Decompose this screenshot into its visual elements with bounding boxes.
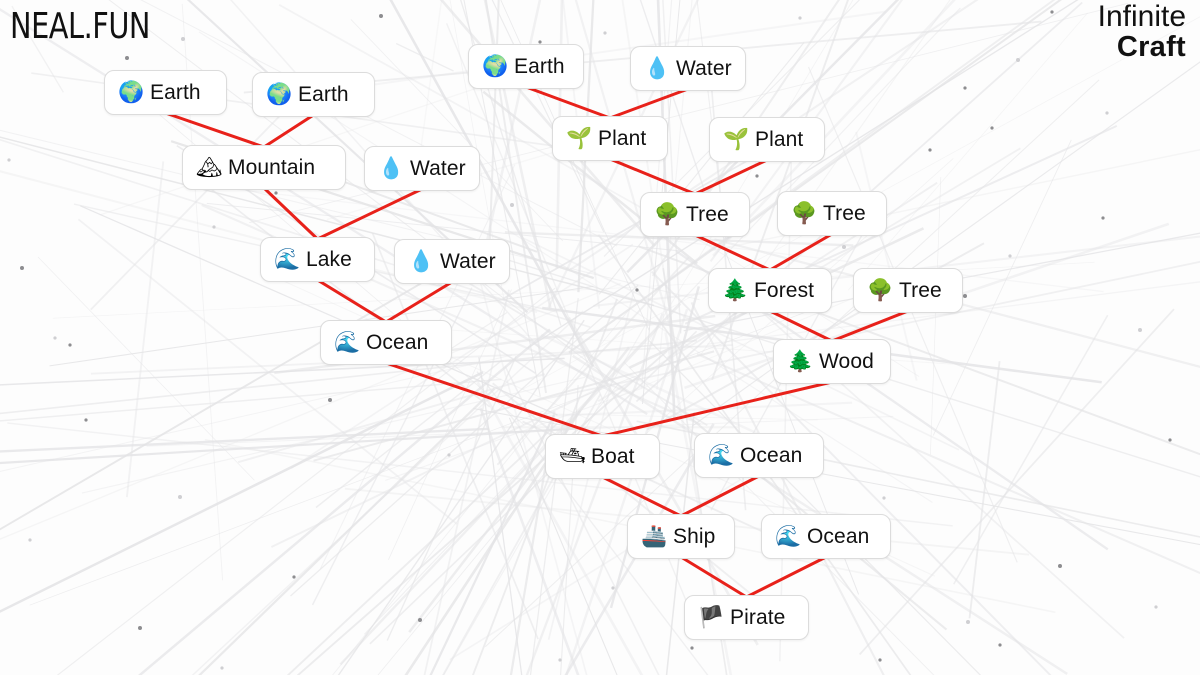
element-node-water[interactable]: 💧 Water xyxy=(364,146,480,191)
element-node-forest[interactable]: 🌲 Forest xyxy=(708,268,832,313)
element-node-earth[interactable]: 🌍 Earth xyxy=(252,72,375,117)
element-node-lake[interactable]: 🌊 Lake xyxy=(260,237,375,282)
element-node-earth[interactable]: 🌍 Earth xyxy=(468,44,584,89)
ocean-wave-icon: 🌊 xyxy=(334,330,361,354)
element-node-label: Tree xyxy=(899,278,942,302)
evergreen-tree-icon: 🌲 xyxy=(722,278,749,302)
element-node-boat[interactable]: 🛥 Boat xyxy=(545,434,660,479)
element-node-tree[interactable]: 🌳 Tree xyxy=(640,192,750,237)
element-node-label: Water xyxy=(440,249,496,273)
deciduous-tree-icon: 🌳 xyxy=(867,278,894,302)
element-node-label: Boat xyxy=(591,444,635,468)
element-node-label: Tree xyxy=(686,202,729,226)
element-node-label: Pirate xyxy=(730,605,786,629)
infinite-craft-canvas[interactable]: NEAL.FUN Infinite Craft 🌍 Earth 🌍 Earth 🌍 Ear… xyxy=(0,0,1200,675)
pirate-flag-icon: 🏴 xyxy=(698,605,725,629)
element-node-label: Plant xyxy=(598,126,647,150)
element-node-label: Earth xyxy=(150,80,201,104)
element-node-label: Water xyxy=(676,56,732,80)
game-title-line-craft: Craft xyxy=(1116,30,1186,63)
element-node-ocean[interactable]: 🌊 Ocean xyxy=(694,433,824,478)
element-node-tree[interactable]: 🌳 Tree xyxy=(777,191,887,236)
element-node-label: Tree xyxy=(823,201,866,225)
deciduous-tree-icon: 🌳 xyxy=(654,202,681,226)
element-node-label: Earth xyxy=(298,82,349,106)
earth-globe-icon: 🌍 xyxy=(118,80,145,104)
element-node-water[interactable]: 💧 Water xyxy=(394,239,510,284)
element-node-ocean[interactable]: 🌊 Ocean xyxy=(761,514,891,559)
element-node-ocean[interactable]: 🌊 Ocean xyxy=(320,320,452,365)
element-node-water[interactable]: 💧 Water xyxy=(630,46,746,91)
earth-globe-icon: 🌍 xyxy=(266,82,293,106)
ocean-wave-icon: 🌊 xyxy=(775,524,802,548)
element-node-pirate[interactable]: 🏴 Pirate xyxy=(684,595,809,640)
element-node-label: Plant xyxy=(755,127,804,151)
element-node-label: Wood xyxy=(819,349,874,373)
seedling-icon: 🌱 xyxy=(566,126,593,150)
deciduous-tree-icon: 🌳 xyxy=(791,201,818,225)
element-node-wood[interactable]: 🌲 Wood xyxy=(773,339,891,384)
element-node-label: Lake xyxy=(306,247,352,271)
element-node-label: Ocean xyxy=(807,524,870,548)
element-node-earth[interactable]: 🌍 Earth xyxy=(104,70,227,115)
ship-icon: 🚢 xyxy=(641,524,668,548)
water-droplet-icon: 💧 xyxy=(408,249,435,273)
game-title-line-infinite: Infinite xyxy=(1097,0,1186,33)
element-node-ship[interactable]: 🚢 Ship xyxy=(627,514,735,559)
ocean-wave-icon: 🌊 xyxy=(274,247,301,271)
water-droplet-icon: 💧 xyxy=(644,56,671,80)
element-node-label: Mountain xyxy=(228,155,316,179)
element-node-label: Forest xyxy=(754,278,815,302)
evergreen-tree-icon: 🌲 xyxy=(787,349,814,373)
ocean-wave-icon: 🌊 xyxy=(708,443,735,467)
water-droplet-icon: 💧 xyxy=(378,156,405,180)
element-node-tree[interactable]: 🌳 Tree xyxy=(853,268,963,313)
element-node-plant[interactable]: 🌱 Plant xyxy=(709,117,825,162)
mountain-icon: 🏔 xyxy=(196,155,223,179)
element-node-label: Ocean xyxy=(740,443,803,467)
element-node-mountain[interactable]: 🏔 Mountain xyxy=(182,145,346,190)
element-node-label: Water xyxy=(410,156,466,180)
element-node-plant[interactable]: 🌱 Plant xyxy=(552,116,668,161)
game-title: Infinite Craft xyxy=(1097,0,1186,63)
element-node-label: Ocean xyxy=(366,330,429,354)
element-node-label: Earth xyxy=(514,54,565,78)
element-node-label: Ship xyxy=(673,524,716,548)
motor-boat-icon: 🛥 xyxy=(559,444,586,468)
earth-globe-icon: 🌍 xyxy=(482,54,509,78)
neal-fun-logo[interactable]: NEAL.FUN xyxy=(10,6,150,47)
seedling-icon: 🌱 xyxy=(723,127,750,151)
